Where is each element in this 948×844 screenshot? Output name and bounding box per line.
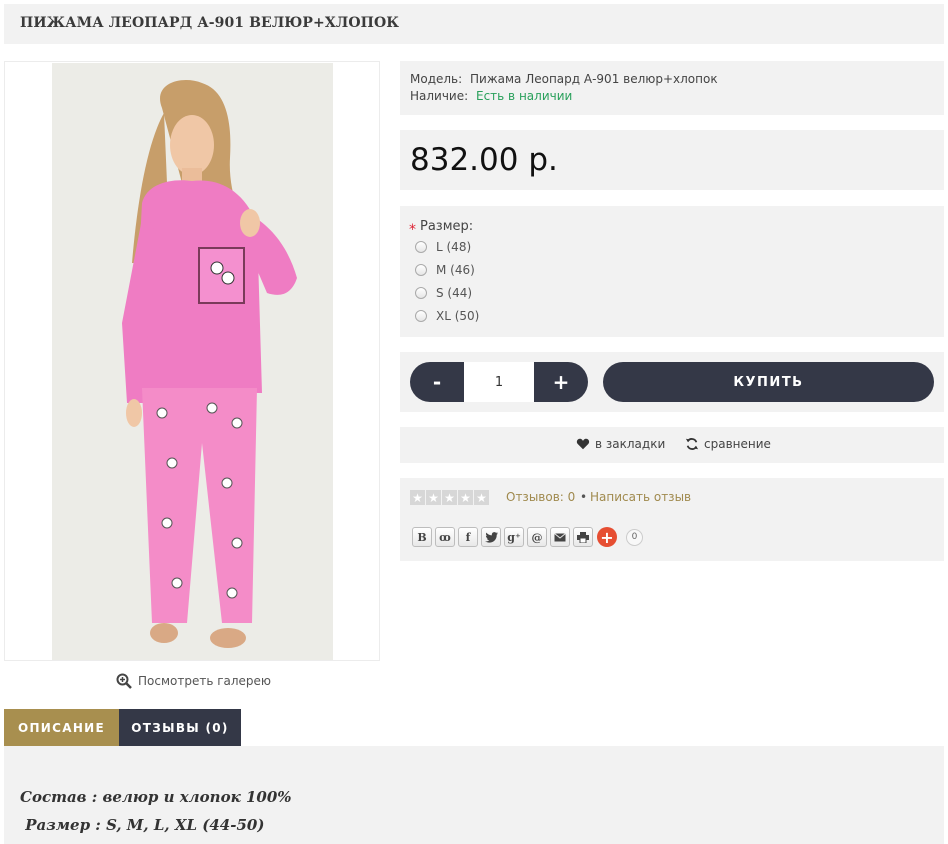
model-label: Модель: bbox=[410, 72, 463, 86]
availability-row: Наличие: Есть в наличии bbox=[410, 88, 934, 105]
description-panel: Состав : велюр и хлопок 100% Размер : S,… bbox=[4, 746, 944, 844]
size-radio-l[interactable] bbox=[415, 241, 427, 253]
star-icon: ★ bbox=[426, 490, 441, 505]
pajama-model-illustration bbox=[52, 63, 333, 660]
size-label-xl[interactable]: XL (50) bbox=[436, 309, 479, 323]
share-count-badge: 0 bbox=[626, 528, 643, 546]
write-review-link[interactable]: Написать отзыв bbox=[590, 490, 691, 504]
availability-label: Наличие: bbox=[410, 89, 469, 103]
size-label-m[interactable]: M (46) bbox=[436, 263, 475, 277]
availability-value: Есть в наличии bbox=[476, 89, 573, 103]
reviews-separator: • bbox=[580, 490, 588, 504]
tab-reviews[interactable]: ОТЗЫВЫ (0) bbox=[119, 709, 241, 746]
product-title: ПИЖАМА ЛЕОПАРД А-901 ВЕЛЮР+ХЛОПОК bbox=[20, 15, 400, 31]
more-share-plus-icon[interactable]: + bbox=[597, 527, 617, 547]
share-buttons: B ꝏ f g⁺ @ + 0 bbox=[412, 527, 643, 547]
price-box: 832.00 р. bbox=[400, 130, 944, 190]
product-info-box: Модель: Пижама Леопард А-901 велюр+хлопо… bbox=[400, 61, 944, 115]
rating-share-box: ★ ★ ★ ★ ★ Отзывов: 0 • Написать отзыв B … bbox=[400, 478, 944, 561]
quantity-decrease-button[interactable]: - bbox=[410, 362, 464, 402]
star-icon: ★ bbox=[458, 490, 473, 505]
star-icon: ★ bbox=[410, 490, 425, 505]
reviews-count-link[interactable]: Отзывов: 0 bbox=[506, 490, 575, 504]
buy-button[interactable]: КУПИТЬ bbox=[603, 362, 934, 402]
vkontakte-share-icon[interactable]: B bbox=[412, 527, 432, 547]
add-to-compare-link[interactable]: сравнение bbox=[685, 437, 771, 451]
description-sizes: Размер : S, M, L, XL (44-50) bbox=[20, 816, 265, 834]
facebook-share-icon[interactable]: f bbox=[458, 527, 478, 547]
product-price: 832.00 р. bbox=[410, 142, 558, 178]
product-title-bar: ПИЖАМА ЛЕОПАРД А-901 ВЕЛЮР+ХЛОПОК bbox=[4, 4, 944, 44]
wishlist-compare-bar: в закладки сравнение bbox=[400, 427, 944, 463]
size-option-s[interactable]: S (44) bbox=[415, 286, 472, 300]
add-to-cart-box: - + КУПИТЬ bbox=[400, 352, 944, 412]
zoom-in-icon bbox=[116, 673, 132, 689]
heart-icon bbox=[576, 438, 590, 450]
product-photo[interactable] bbox=[52, 63, 333, 660]
size-radio-xl[interactable] bbox=[415, 310, 427, 322]
size-option-m[interactable]: M (46) bbox=[415, 263, 475, 277]
twitter-share-icon[interactable] bbox=[481, 527, 501, 547]
description-composition: Состав : велюр и хлопок 100% bbox=[20, 788, 292, 806]
tab-description[interactable]: ОПИСАНИЕ bbox=[4, 709, 119, 746]
size-option-l[interactable]: L (48) bbox=[415, 240, 471, 254]
view-gallery-link[interactable]: Посмотреть галерею bbox=[116, 673, 271, 689]
size-option-xl[interactable]: XL (50) bbox=[415, 309, 479, 323]
quantity-increase-button[interactable]: + bbox=[534, 362, 588, 402]
compare-label[interactable]: сравнение bbox=[704, 437, 771, 451]
quantity-input[interactable] bbox=[464, 362, 534, 402]
view-gallery-label[interactable]: Посмотреть галерею bbox=[138, 674, 271, 688]
rating-stars: ★ ★ ★ ★ ★ bbox=[410, 490, 489, 505]
odnoklassniki-share-icon[interactable]: ꝏ bbox=[435, 527, 455, 547]
star-icon: ★ bbox=[442, 490, 457, 505]
star-icon: ★ bbox=[474, 490, 489, 505]
google-plus-share-icon[interactable]: g⁺ bbox=[504, 527, 524, 547]
print-share-icon[interactable] bbox=[573, 527, 593, 547]
add-to-wishlist-link[interactable]: в закладки bbox=[576, 437, 665, 451]
model-value: Пижама Леопард А-901 велюр+хлопок bbox=[470, 72, 718, 86]
model-row: Модель: Пижама Леопард А-901 велюр+хлопо… bbox=[410, 71, 934, 88]
refresh-compare-icon bbox=[685, 438, 699, 450]
wishlist-label[interactable]: в закладки bbox=[595, 437, 665, 451]
size-option-title: Размер: bbox=[420, 219, 474, 234]
mail-ru-share-icon[interactable]: @ bbox=[527, 527, 547, 547]
product-image-frame[interactable] bbox=[4, 61, 380, 661]
required-mark: * bbox=[409, 222, 416, 238]
size-options: * Размер: L (48) M (46) S (44) XL (50) bbox=[400, 206, 944, 337]
size-label-s[interactable]: S (44) bbox=[436, 286, 472, 300]
size-radio-m[interactable] bbox=[415, 264, 427, 276]
size-label-l[interactable]: L (48) bbox=[436, 240, 471, 254]
email-share-icon[interactable] bbox=[550, 527, 570, 547]
size-radio-s[interactable] bbox=[415, 287, 427, 299]
